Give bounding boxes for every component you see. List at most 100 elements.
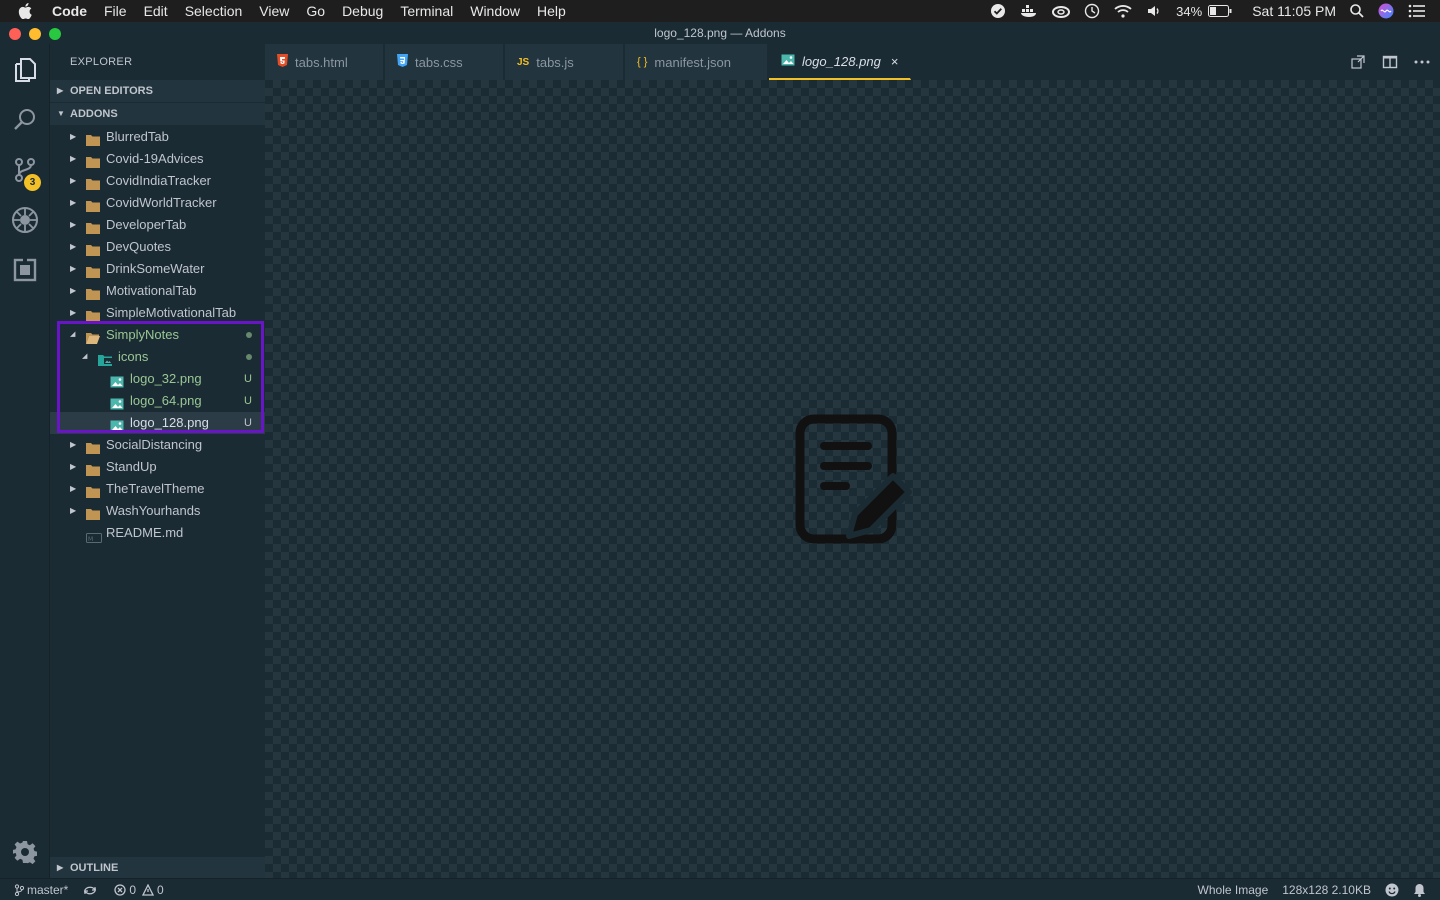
creative-cloud-icon[interactable] [1052, 4, 1071, 18]
folder-motivationaltab[interactable]: ▶ MotivationalTab [50, 280, 265, 302]
notification-center-icon[interactable] [1408, 4, 1426, 18]
chevron-right-icon: ▶ [70, 154, 77, 163]
chevron-right-icon: ▶ [70, 440, 77, 449]
folder-simplemotivationaltab[interactable]: ▶ SimpleMotivationalTab [50, 302, 265, 324]
search-icon [13, 108, 37, 135]
menu-window[interactable]: Window [470, 3, 520, 19]
menu-debug[interactable]: Debug [342, 3, 383, 19]
tree-item-label: WashYourhands [106, 503, 201, 518]
menu-terminal[interactable]: Terminal [400, 3, 453, 19]
folder-covidindiatracker[interactable]: ▶ CovidIndiaTracker [50, 170, 265, 192]
tab-label: logo_128.png [802, 53, 881, 69]
folder-devquotes[interactable]: ▶ DevQuotes [50, 236, 265, 258]
sync-icon[interactable] [82, 884, 98, 896]
tab-tabs-html[interactable]: tabs.html [265, 44, 384, 80]
time-machine-icon[interactable] [1084, 3, 1100, 19]
tab-logo-128-png[interactable]: logo_128.png × [769, 44, 911, 80]
folder-simplynotes[interactable]: ◢ SimplyNotes [50, 324, 265, 346]
open-editors-section[interactable]: ▶ OPEN EDITORS [50, 80, 265, 102]
menu-selection[interactable]: Selection [185, 3, 243, 19]
debug-activity[interactable] [0, 196, 50, 246]
minimize-window-button[interactable] [29, 28, 41, 40]
image-file-icon [781, 54, 795, 69]
folder-thetraveltheme[interactable]: ▶ TheTravelTheme [50, 478, 265, 500]
git-branch-name: master* [27, 882, 69, 897]
warning-icon [142, 883, 155, 896]
folder-blurredtab[interactable]: ▶ BlurredTab [50, 126, 265, 148]
menu-code[interactable]: Code [52, 3, 87, 19]
menu-help[interactable]: Help [537, 3, 566, 19]
menu-file[interactable]: File [104, 3, 127, 19]
folder-covidworldtracker[interactable]: ▶ CovidWorldTracker [50, 192, 265, 214]
tab-tabs-js[interactable]: JS tabs.js [505, 44, 624, 80]
tree-item-label: DrinkSomeWater [106, 261, 205, 276]
tab-manifest-json[interactable]: { } manifest.json [625, 44, 768, 80]
chevron-right-icon: ▶ [57, 863, 64, 872]
error-icon [114, 883, 126, 896]
file-logo-64[interactable]: logo_64.png U [50, 390, 265, 412]
notifications-bell-icon[interactable] [1413, 883, 1426, 897]
tree-item-label: SimpleMotivationalTab [106, 305, 237, 320]
tree-item-label: Covid-19Advices [106, 151, 204, 166]
folder-socialdistancing[interactable]: ▶ SocialDistancing [50, 434, 265, 456]
chevron-right-icon: ▶ [70, 308, 77, 317]
status-bar: master* 0 0 Whole Image 128x128 2.10KB [0, 878, 1440, 900]
apple-menu-icon[interactable] [18, 3, 38, 19]
zoom-window-button[interactable] [49, 28, 61, 40]
wifi-icon[interactable] [1114, 4, 1132, 18]
more-actions-icon[interactable] [1414, 60, 1430, 64]
extensions-activity[interactable] [0, 246, 50, 296]
clock[interactable]: Sat 11:05 PM [1252, 3, 1336, 19]
outline-section[interactable]: ▶ OUTLINE [50, 857, 265, 879]
folder-standup[interactable]: ▶ StandUp [50, 456, 265, 478]
folder-covid-19advices[interactable]: ▶ Covid-19Advices [50, 148, 265, 170]
chevron-right-icon: ▶ [70, 264, 77, 273]
image-size-info: 128x128 2.10KB [1282, 883, 1371, 897]
notes-logo-image [795, 414, 915, 544]
workspace-root-section[interactable]: ▼ ADDONS [50, 103, 265, 125]
open-changes-icon[interactable] [1350, 54, 1366, 70]
menu-bar-extras: 34% Sat 11:05 PM [990, 0, 1440, 22]
chevron-right-icon: ▶ [57, 86, 64, 95]
spotlight-search-icon[interactable] [1350, 4, 1364, 18]
activity-bar: 3 [0, 44, 50, 878]
file-logo-32[interactable]: logo_32.png U [50, 368, 265, 390]
menu-go[interactable]: Go [306, 3, 325, 19]
folder-developertab[interactable]: ▶ DeveloperTab [50, 214, 265, 236]
menu-view[interactable]: View [259, 3, 289, 19]
file-logo-128[interactable]: logo_128.png U [50, 412, 265, 434]
folder-icons[interactable]: ◢ icons [50, 346, 265, 368]
close-tab-button[interactable]: × [891, 54, 899, 69]
source-control-activity[interactable]: 3 [0, 146, 50, 196]
chevron-right-icon: ▶ [70, 286, 77, 295]
tree-item-label: CovidIndiaTracker [106, 173, 212, 188]
search-activity[interactable] [0, 96, 50, 146]
tab-tabs-css[interactable]: tabs.css [385, 44, 504, 80]
todo-check-icon[interactable] [990, 3, 1006, 19]
file-readme-md[interactable]: M README.md [50, 522, 265, 544]
split-editor-icon[interactable] [1382, 54, 1398, 70]
files-icon [13, 57, 37, 86]
image-preview-editor[interactable] [265, 80, 1440, 878]
manage-activity[interactable] [0, 828, 50, 878]
scm-badge: 3 [24, 174, 41, 191]
tree-item-label: README.md [106, 525, 184, 540]
menu-edit[interactable]: Edit [144, 3, 168, 19]
close-window-button[interactable] [9, 28, 21, 40]
explorer-activity[interactable] [0, 46, 50, 96]
tab-label: tabs.js [536, 54, 574, 70]
battery-icon[interactable] [1208, 5, 1232, 17]
volume-icon[interactable] [1146, 4, 1162, 18]
markdown-file-icon: M [86, 528, 102, 550]
git-branch-status[interactable]: master* [14, 883, 68, 897]
image-scope[interactable]: Whole Image [1198, 883, 1269, 897]
tab-label: manifest.json [654, 54, 731, 70]
problems-status[interactable]: 0 0 [114, 883, 164, 897]
siri-icon[interactable] [1378, 3, 1394, 19]
battery-percent: 34% [1176, 3, 1203, 19]
folder-drinksomewater[interactable]: ▶ DrinkSomeWater [50, 258, 265, 280]
feedback-smiley-icon[interactable] [1385, 883, 1399, 897]
folder-washyourhands[interactable]: ▶ WashYourhands [50, 500, 265, 522]
docker-icon[interactable] [1020, 4, 1038, 18]
debug-icon [11, 206, 39, 237]
